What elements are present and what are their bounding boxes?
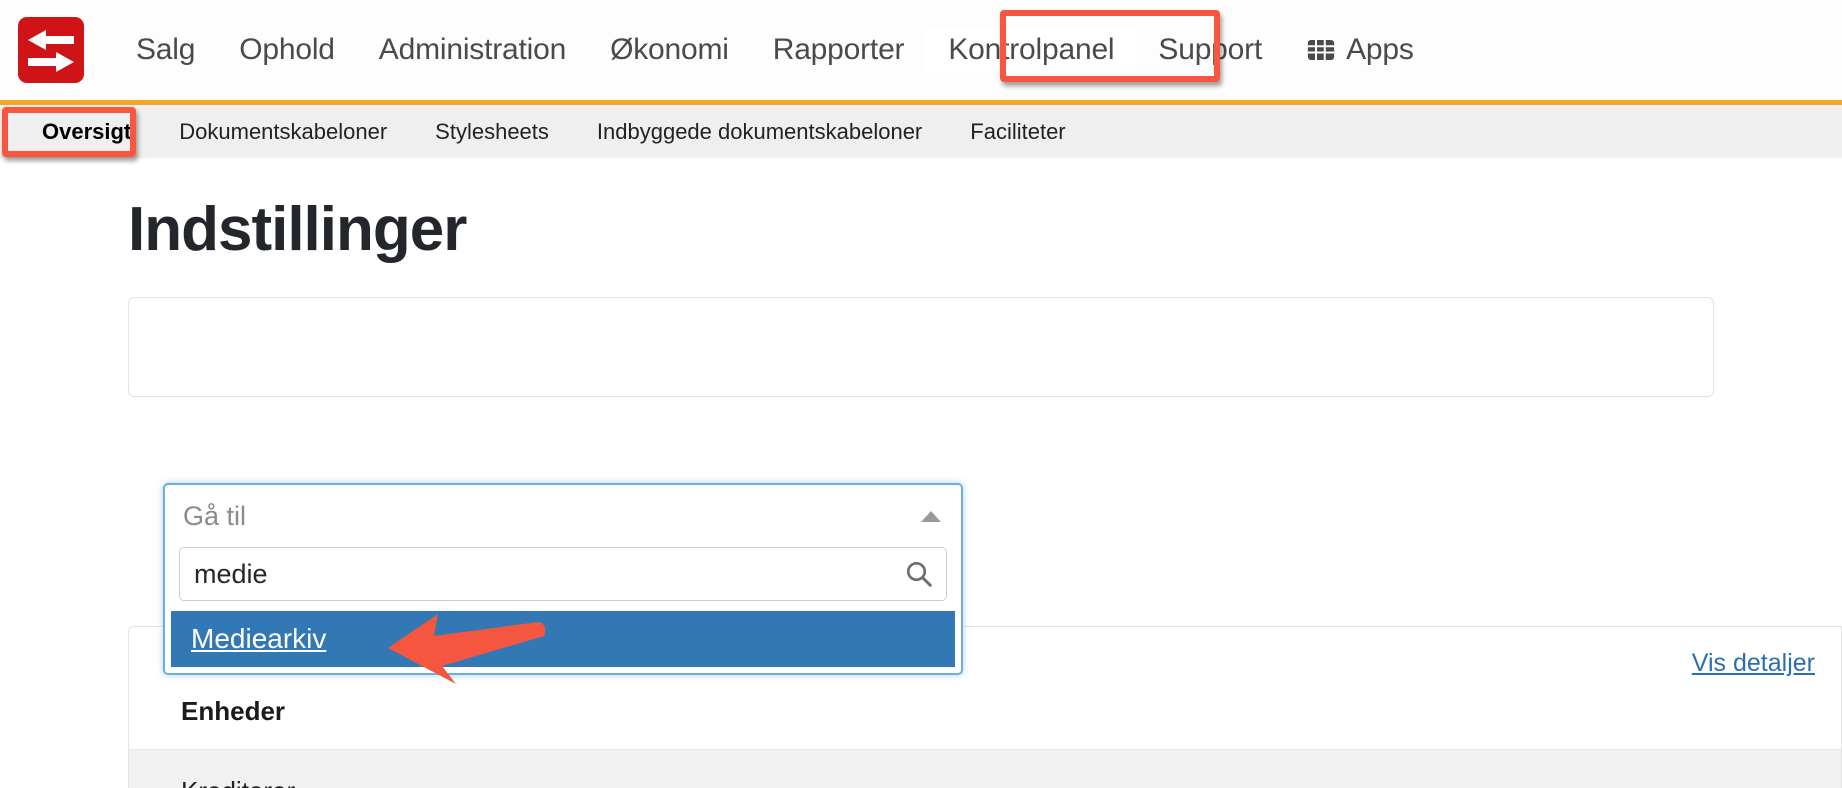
goto-panel (128, 297, 1714, 397)
goto-combobox[interactable]: Gå til Mediearkiv (163, 483, 963, 675)
search-icon[interactable] (904, 559, 934, 589)
nav-apps[interactable]: Apps (1284, 27, 1436, 73)
subnav-stylesheets[interactable]: Stylesheets (411, 111, 573, 153)
table-header-row: Enheder Type (129, 682, 1841, 750)
vis-detaljer-link[interactable]: Vis detaljer (1692, 649, 1815, 678)
column-header-type: Type (985, 682, 1841, 750)
nav-apps-label: Apps (1346, 33, 1414, 66)
goto-search-box[interactable] (179, 547, 947, 601)
goto-combobox-header[interactable]: Gå til (165, 485, 961, 547)
top-nav-items: Salg Ophold Administration Økonomi Rappo… (114, 27, 1436, 73)
sub-navigation-bar: Oversigt Dokumentskabeloner Stylesheets … (0, 100, 1842, 158)
nav-salg[interactable]: Salg (114, 27, 217, 73)
nav-okonomi[interactable]: Økonomi (588, 27, 751, 73)
column-header-enheder: Enheder (181, 696, 286, 726)
nav-kontrolpanel[interactable]: Kontrolpanel (926, 27, 1137, 73)
units-table: Enheder Type Kreditorer Standard Feribol… (129, 682, 1841, 788)
main-content: Indstillinger Vis detaljer Enheder Type … (0, 158, 1842, 788)
goto-option-label: Mediearkiv (191, 623, 327, 654)
cell-type: Standard (985, 749, 1841, 788)
app-logo[interactable] (18, 17, 84, 83)
caret-up-icon[interactable] (921, 511, 941, 522)
nav-support[interactable]: Support (1136, 27, 1284, 73)
goto-placeholder: Gå til (183, 500, 247, 531)
arrow-left-icon (28, 30, 74, 50)
subnav-faciliteter[interactable]: Faciliteter (946, 111, 1089, 153)
nav-administration[interactable]: Administration (357, 27, 588, 73)
goto-option-mediearkiv[interactable]: Mediearkiv (171, 611, 955, 667)
goto-search-input[interactable] (194, 558, 904, 590)
arrow-right-icon (28, 52, 74, 72)
grid-icon (1307, 40, 1335, 60)
cell-enheder: Kreditorer (129, 749, 985, 788)
nav-rapporter[interactable]: Rapporter (751, 27, 927, 73)
goto-search-row (165, 547, 961, 611)
table-row[interactable]: Kreditorer Standard (129, 749, 1841, 788)
subnav-dokumentskabeloner[interactable]: Dokumentskabeloner (155, 111, 411, 153)
subnav-oversigt[interactable]: Oversigt (18, 111, 155, 153)
page-title: Indstillinger (128, 195, 467, 264)
top-navigation-bar: Salg Ophold Administration Økonomi Rappo… (0, 0, 1842, 100)
goto-options-list: Mediearkiv (165, 611, 961, 673)
subnav-indbyggede-dokumentskabeloner[interactable]: Indbyggede dokumentskabeloner (573, 111, 946, 153)
nav-ophold[interactable]: Ophold (217, 27, 357, 73)
